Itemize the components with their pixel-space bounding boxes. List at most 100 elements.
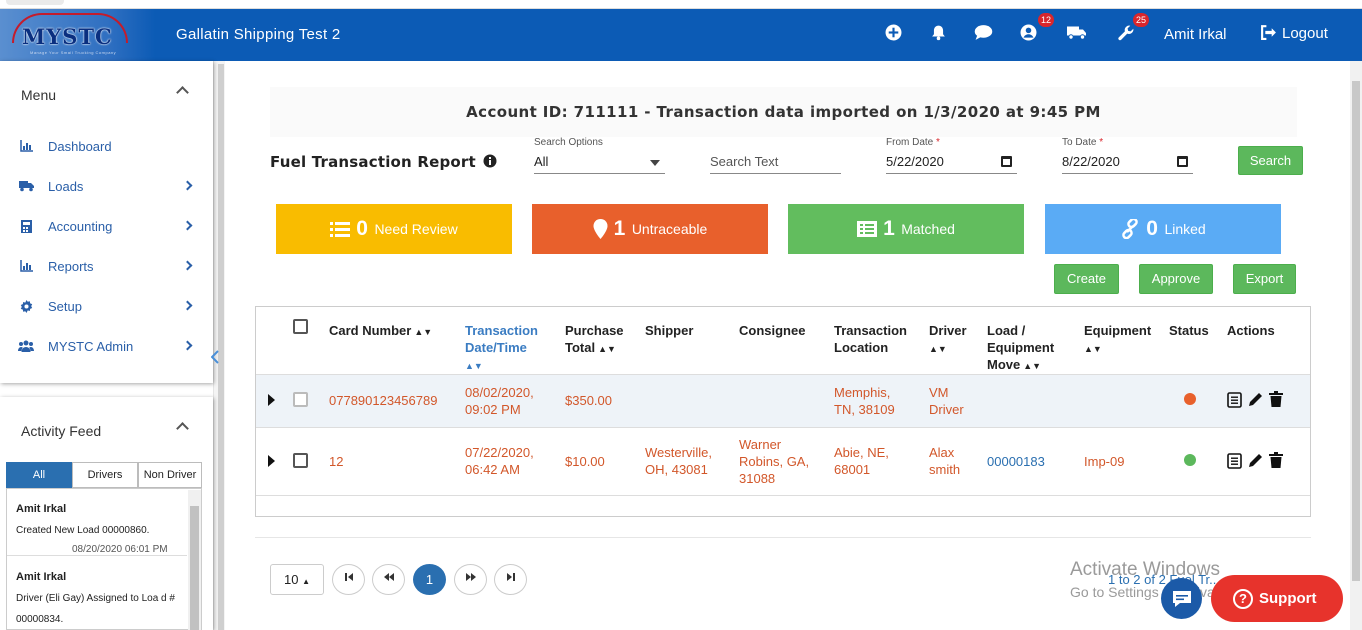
feed-entry-time: 08/20/2020 06:01 PM [72, 544, 168, 555]
user-name[interactable]: Amit Irkal [1164, 26, 1227, 43]
cell-card-number[interactable]: 077890123456789 [329, 392, 437, 409]
col-header-transaction-date[interactable]: Transaction Date/Time ▲▼ [465, 322, 560, 375]
status-untraceable[interactable]: 1 Untraceable [532, 204, 768, 254]
sidebar-item-label: Reports [48, 259, 94, 274]
search-options-value: All [534, 154, 549, 169]
sidebar-item-reports[interactable]: Reports [0, 260, 213, 300]
edit-icon[interactable] [1248, 391, 1264, 412]
page-size-select[interactable]: 10 ▲ [270, 564, 324, 595]
search-options-select[interactable]: All [534, 152, 665, 174]
feed-entry-text: Driver (Eli Gay) Assigned to Loa d # 000… [16, 593, 175, 625]
sidebar-scrollbar[interactable] [218, 64, 224, 630]
sidebar-item-label: Loads [48, 179, 84, 194]
status-label: Matched [901, 221, 955, 237]
sidebar-item-dashboard[interactable]: Dashboard [0, 140, 213, 180]
col-header-purchase-total[interactable]: Purchase Total ▲▼ [565, 322, 637, 358]
user-circle-icon[interactable] [1020, 24, 1037, 44]
cell-load-move[interactable]: 00000183 [987, 453, 1045, 470]
col-header-equipment[interactable]: Equipment ▲▼ [1084, 322, 1164, 358]
company-title: Gallatin Shipping Test 2 [176, 26, 341, 43]
view-icon[interactable] [1227, 453, 1242, 474]
status-dot [1184, 454, 1196, 466]
expand-row-icon[interactable] [268, 455, 275, 467]
logout-button[interactable]: Logout [1260, 25, 1328, 42]
sort-icon: ▲▼ [414, 327, 433, 337]
status-need-review[interactable]: 0 Need Review [276, 204, 512, 254]
status-matched[interactable]: 1 Matched [788, 204, 1024, 254]
cell-card-number[interactable]: 12 [329, 453, 343, 470]
feed-entry-text: Created New Load 00000860. [16, 525, 150, 536]
calendar-icon[interactable] [1177, 156, 1188, 167]
select-all-checkbox[interactable] [293, 319, 308, 334]
feed-entry-name: Amit Irkal [16, 503, 67, 515]
row-checkbox[interactable] [293, 453, 308, 468]
sidebar-item-setup[interactable]: Setup [0, 300, 213, 340]
feed-scrollbar[interactable] [188, 490, 201, 630]
account-banner: Account ID: 711111 - Transaction data im… [466, 103, 1101, 121]
feed-entry-name: Amit Irkal [16, 571, 67, 583]
create-button[interactable]: Create [1054, 264, 1119, 294]
delete-icon[interactable] [1269, 452, 1283, 473]
info-icon[interactable] [483, 154, 497, 168]
status-linked[interactable]: 0 Linked [1045, 204, 1281, 254]
approve-button[interactable]: Approve [1139, 264, 1213, 294]
feed-tab-all[interactable]: All [6, 462, 72, 488]
gear-icon [18, 300, 34, 316]
delete-icon[interactable] [1269, 391, 1283, 412]
bell-icon[interactable] [930, 24, 947, 44]
prev-page-button[interactable] [372, 564, 405, 595]
feed-tab-drivers[interactable]: Drivers [72, 462, 138, 488]
expand-row-icon[interactable] [268, 394, 275, 406]
pager-divider [255, 537, 1311, 538]
dropdown-caret-icon [650, 160, 660, 166]
last-page-button[interactable] [494, 564, 527, 595]
users-icon [18, 340, 34, 355]
from-date-label: From Date * [886, 137, 940, 148]
first-page-button[interactable] [332, 564, 365, 595]
cell-driver: Alax smith [929, 445, 961, 477]
edit-icon[interactable] [1248, 452, 1264, 473]
view-icon[interactable] [1227, 392, 1242, 413]
plus-circle-icon[interactable] [885, 24, 902, 44]
row-divider [256, 495, 1310, 496]
sidebar-item-mystc-admin[interactable]: MYSTC Admin [0, 340, 213, 380]
row-checkbox[interactable] [293, 392, 308, 407]
status-label: Linked [1164, 221, 1206, 237]
col-header-consignee[interactable]: Consignee [739, 322, 819, 339]
sidebar-item-accounting[interactable]: Accounting [0, 220, 213, 260]
search-text-input[interactable]: Search Text [710, 152, 841, 174]
truck-icon[interactable] [1066, 24, 1088, 44]
sidebar-item-label: Setup [48, 299, 82, 314]
col-header-transaction-location[interactable]: Transaction Location [834, 322, 919, 356]
sidebar-item-loads[interactable]: Loads [0, 180, 213, 220]
wrench-icon[interactable] [1117, 24, 1135, 44]
sidebar-collapse-icon[interactable] [210, 350, 219, 367]
col-header-status[interactable]: Status [1169, 322, 1219, 339]
chevron-right-icon [182, 260, 193, 271]
col-header-shipper[interactable]: Shipper [645, 322, 725, 339]
chat-button[interactable] [1161, 578, 1202, 619]
from-date-input[interactable]: 5/22/2020 [886, 152, 1017, 174]
sidebar-item-label: Accounting [48, 219, 113, 234]
feed-tab-non-driver[interactable]: Non Driver [138, 462, 202, 488]
to-date-input[interactable]: 8/22/2020 [1062, 152, 1193, 174]
col-header-card-number[interactable]: Card Number ▲▼ [329, 322, 459, 341]
export-button[interactable]: Export [1233, 264, 1296, 294]
activity-feed-title: Activity Feed [21, 423, 102, 439]
calendar-icon[interactable] [1001, 156, 1012, 167]
col-header-load-move[interactable]: Load / Equipment Move ▲▼ [987, 322, 1077, 375]
status-count: 1 [883, 217, 895, 240]
search-button[interactable]: Search [1238, 146, 1303, 175]
support-button[interactable]: ? Support [1211, 575, 1343, 622]
list-alt-icon [857, 221, 878, 237]
page-scrollbar[interactable] [1350, 61, 1362, 630]
logo-subtext: Manage Your Small Trucking Company [30, 50, 117, 55]
menu-title: Menu [21, 87, 57, 103]
next-page-button[interactable] [454, 564, 487, 595]
col-header-driver[interactable]: Driver ▲▼ [929, 322, 979, 358]
page-number-button[interactable]: 1 [413, 564, 446, 595]
to-date-label: To Date * [1062, 137, 1104, 148]
comment-icon[interactable] [974, 24, 993, 44]
truck-icon [18, 180, 34, 195]
cell-equipment[interactable]: Imp-09 [1084, 453, 1124, 470]
